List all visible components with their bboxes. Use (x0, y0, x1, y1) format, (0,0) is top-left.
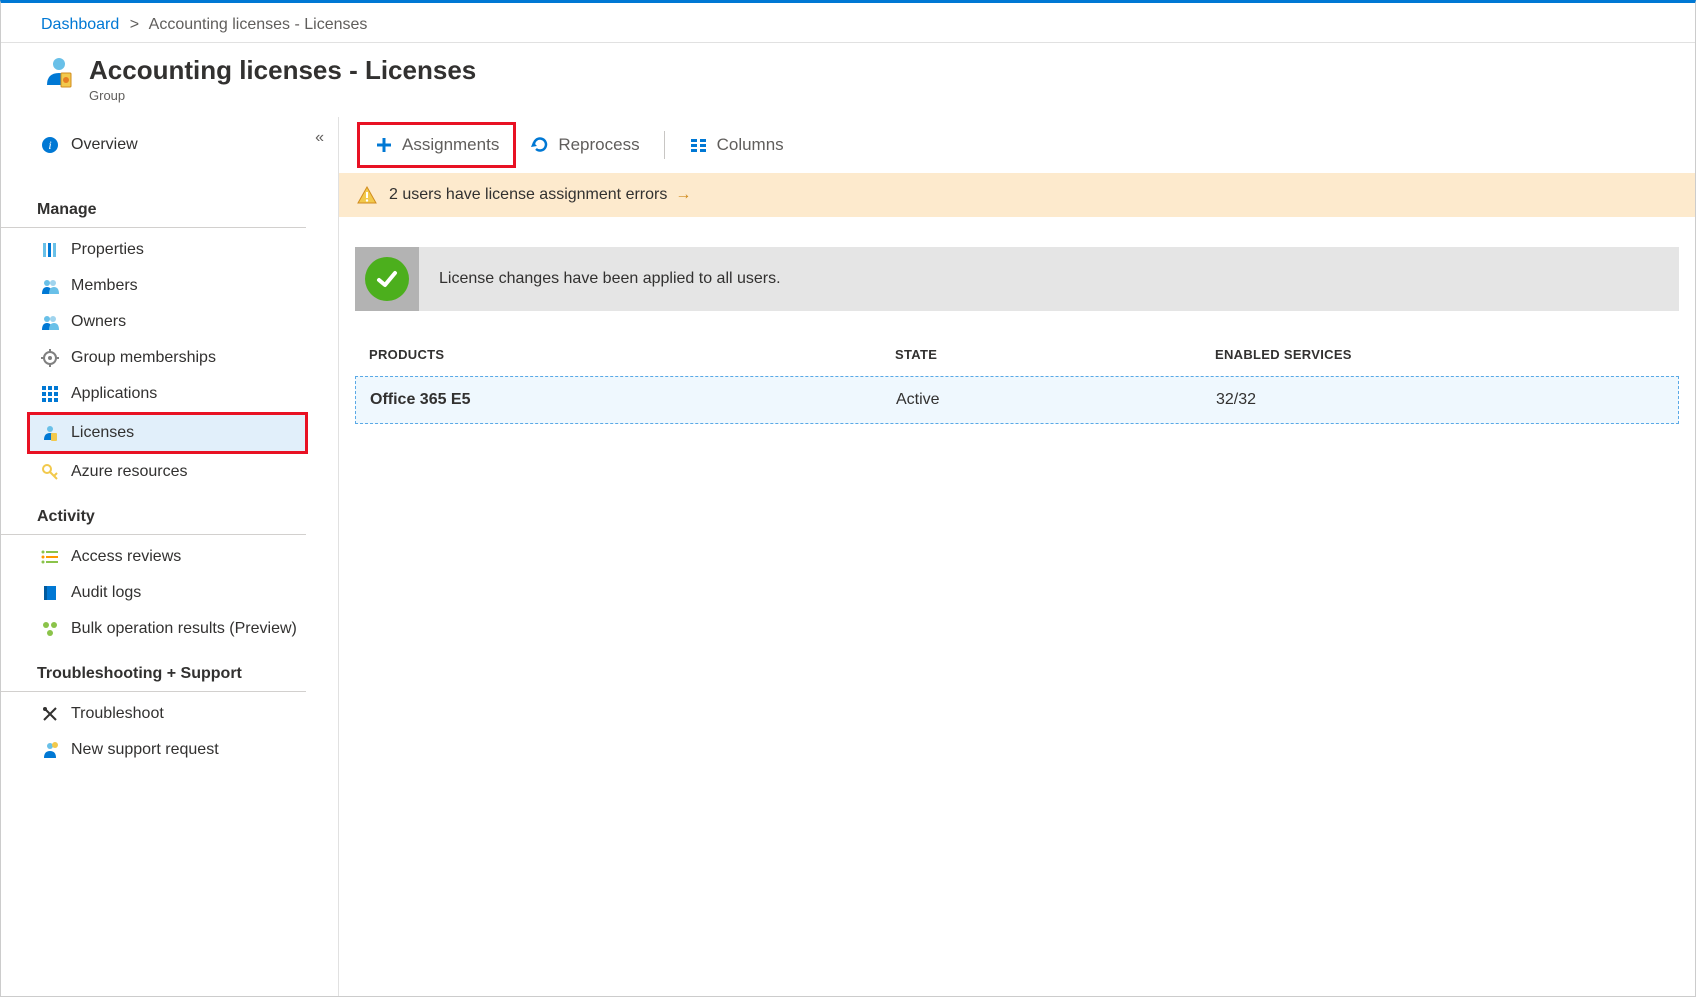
sidebar-section-support: Troubleshooting + Support (1, 647, 306, 692)
sidebar-item-label: Audit logs (71, 584, 141, 602)
group-license-icon (41, 55, 77, 91)
page-title: Accounting licenses - Licenses (89, 55, 476, 86)
check-circle-icon (365, 257, 409, 301)
breadcrumb-current: Accounting licenses - Licenses (149, 16, 368, 33)
book-icon (41, 584, 59, 602)
bulk-icon (41, 620, 59, 638)
toolbar-separator (664, 131, 665, 159)
list-check-icon (41, 548, 59, 566)
status-check-wrap (355, 247, 419, 311)
page-subtitle: Group (89, 88, 476, 103)
gear-icon (41, 349, 59, 367)
sidebar-item-label: Group memberships (71, 349, 216, 367)
toolbar-label: Assignments (402, 135, 499, 155)
main-content: Assignments Reprocess Columns (339, 117, 1695, 997)
license-icon (41, 424, 59, 442)
sidebar: « i Overview document.querySelector('[da… (1, 117, 339, 997)
sidebar-item-audit-logs[interactable]: Audit logs (1, 575, 338, 611)
members-icon (41, 277, 59, 295)
col-header-enabled[interactable]: ENABLED SERVICES (1215, 347, 1679, 362)
sidebar-item-owners[interactable]: Owners (1, 304, 338, 340)
col-header-products[interactable]: PRODUCTS (355, 347, 895, 362)
sidebar-item-label: Owners (71, 313, 126, 331)
sidebar-item-new-support-request[interactable]: New support request (1, 732, 338, 768)
plus-icon (374, 135, 394, 155)
warning-banner[interactable]: 2 users have license assignment errors → (339, 173, 1695, 217)
info-icon: i (41, 136, 59, 154)
sidebar-item-troubleshoot[interactable]: Troubleshoot (1, 696, 338, 732)
cell-enabled: 32/32 (1216, 391, 1678, 409)
table-header-row: PRODUCTS STATE ENABLED SERVICES (355, 347, 1679, 376)
license-table: PRODUCTS STATE ENABLED SERVICES Office 3… (355, 347, 1679, 424)
sidebar-section-manage: Manage (1, 183, 306, 228)
sidebar-item-members[interactable]: Members (1, 268, 338, 304)
key-icon (41, 463, 59, 481)
breadcrumb-root-link[interactable]: Dashboard (41, 16, 119, 33)
status-message: License changes have been applied to all… (439, 270, 781, 288)
toolbar-label: Reprocess (558, 135, 639, 155)
toolbar: Assignments Reprocess Columns (339, 117, 1695, 173)
sidebar-item-label: Members (71, 277, 138, 295)
sidebar-item-overview[interactable]: i Overview (1, 127, 338, 163)
sidebar-section-activity: Activity (1, 490, 306, 535)
warning-text: 2 users have license assignment errors (389, 186, 667, 204)
sidebar-item-licenses[interactable]: Licenses (27, 412, 308, 454)
warning-icon (357, 185, 377, 205)
sidebar-item-label: Overview (71, 136, 138, 154)
sidebar-item-group-memberships[interactable]: Group memberships (1, 340, 338, 376)
sidebar-item-label: Applications (71, 385, 157, 403)
col-header-state[interactable]: STATE (895, 347, 1215, 362)
assignments-button[interactable]: Assignments (357, 122, 516, 168)
sidebar-item-azure-resources[interactable]: Azure resources (1, 454, 338, 490)
sidebar-item-label: Azure resources (71, 463, 188, 481)
collapse-sidebar-icon[interactable]: « (315, 129, 324, 147)
grid-icon (41, 385, 59, 403)
sidebar-item-label: Troubleshoot (71, 705, 164, 723)
cell-state: Active (896, 391, 1216, 409)
svg-text:i: i (48, 138, 51, 152)
sidebar-item-label: Properties (71, 241, 144, 259)
refresh-icon (530, 135, 550, 155)
status-banner: License changes have been applied to all… (355, 247, 1679, 311)
cell-product: Office 365 E5 (356, 391, 896, 409)
table-row[interactable]: Office 365 E5 Active 32/32 (355, 376, 1679, 424)
sidebar-item-access-reviews[interactable]: Access reviews (1, 539, 338, 575)
sidebar-item-label: Licenses (71, 424, 134, 442)
columns-icon (689, 135, 709, 155)
columns-button[interactable]: Columns (675, 125, 798, 165)
sidebar-item-label: Access reviews (71, 548, 181, 566)
reprocess-button[interactable]: Reprocess (516, 125, 653, 165)
support-icon (41, 741, 59, 759)
sidebar-item-applications[interactable]: Applications (1, 376, 338, 412)
arrow-right-icon: → (675, 186, 691, 204)
breadcrumb: Dashboard > Accounting licenses - Licens… (1, 3, 1695, 43)
breadcrumb-separator: > (130, 16, 139, 33)
sidebar-item-bulk-operations[interactable]: Bulk operation results (Preview) (1, 611, 338, 647)
sidebar-item-label: Bulk operation results (Preview) (71, 620, 297, 638)
toolbar-label: Columns (717, 135, 784, 155)
tools-icon (41, 705, 59, 723)
page-header: Accounting licenses - Licenses Group (1, 43, 1695, 117)
sidebar-item-label: New support request (71, 741, 219, 759)
properties-icon (41, 241, 59, 259)
sidebar-item-properties[interactable]: Properties (1, 232, 338, 268)
owners-icon (41, 313, 59, 331)
